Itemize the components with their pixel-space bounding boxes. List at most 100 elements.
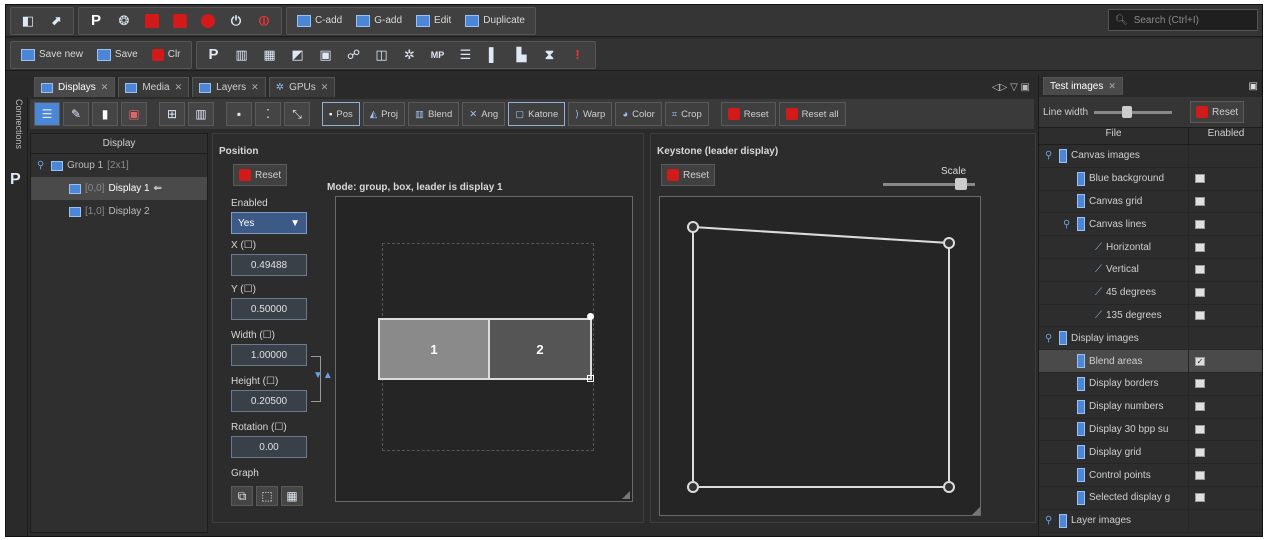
display-box-2[interactable]: 2	[488, 318, 592, 380]
test-row-canvas-grid[interactable]: Canvas grid	[1039, 190, 1262, 214]
columns-icon[interactable]: ▥	[229, 43, 255, 67]
test-row-135-degrees[interactable]: ⟋ 135 degrees	[1039, 304, 1262, 328]
power-icon[interactable]: ⏻	[223, 9, 249, 33]
columns-layout-icon[interactable]: ▥	[188, 102, 214, 126]
resize-grip-icon[interactable]	[972, 507, 980, 515]
test-row-layer-images[interactable]: ⚲ Layer images	[1039, 509, 1262, 533]
y-field[interactable]: 0.50000	[231, 298, 307, 320]
resize-grip-icon[interactable]	[622, 491, 630, 499]
alert-icon[interactable]: !	[565, 43, 591, 67]
scale-slider-thumb[interactable]	[955, 178, 967, 190]
media-icon[interactable]: ◩	[285, 43, 311, 67]
corner-handle-tr[interactable]	[943, 237, 955, 249]
link-icon[interactable]: ☍	[341, 43, 367, 67]
stop-icon[interactable]	[167, 9, 193, 33]
hourglass-icon[interactable]: ⧗	[537, 43, 563, 67]
save-button[interactable]: Save	[91, 43, 144, 67]
gpu-icon[interactable]: ✲	[397, 43, 423, 67]
list-icon[interactable]: ☰	[453, 43, 479, 67]
enabled-checkbox[interactable]	[1195, 424, 1205, 434]
graph-group-icon[interactable]: ⧉	[231, 486, 253, 506]
enabled-checkbox[interactable]	[1195, 379, 1205, 389]
close-icon[interactable]: ✕	[175, 82, 183, 93]
enabled-checkbox[interactable]	[1195, 288, 1205, 298]
tree-group-row[interactable]: ⚲ Group 1 [2x1]	[31, 154, 207, 177]
transform-icon[interactable]: ⤡	[284, 102, 310, 126]
save-new-button[interactable]: Save new	[15, 43, 89, 67]
enabled-checkbox[interactable]	[1195, 219, 1205, 229]
tab-gpus[interactable]: ✲ GPUs ✕	[268, 77, 336, 97]
chart-icon[interactable]: ▙	[509, 43, 535, 67]
corner-handle-br[interactable]	[943, 481, 955, 493]
duplicate-button[interactable]: Duplicate	[459, 9, 531, 33]
test-row-45-degrees[interactable]: ⟋ 45 degrees	[1039, 281, 1262, 305]
shutdown-icon[interactable]: ⏼	[251, 9, 277, 33]
close-icon[interactable]: ✕	[101, 82, 109, 93]
expand-icon[interactable]: ⚲	[1045, 150, 1055, 161]
enabled-checkbox[interactable]	[1195, 196, 1205, 206]
resize-handle-top[interactable]	[587, 313, 594, 320]
mp-icon[interactable]: MP	[425, 43, 451, 67]
export-icon[interactable]: ⬈	[43, 9, 69, 33]
ang-button[interactable]: ✕ Ang	[462, 102, 506, 126]
p-icon[interactable]: P	[201, 43, 227, 67]
enabled-select[interactable]: Yes ▼	[231, 212, 307, 234]
enabled-checkbox[interactable]	[1195, 493, 1205, 503]
test-row-display-numbers[interactable]: Display numbers	[1039, 395, 1262, 419]
enabled-checkbox-checked[interactable]: ✓	[1195, 356, 1205, 366]
grid-layout-icon[interactable]: ⊞	[159, 102, 185, 126]
gadd-button[interactable]: G-add	[350, 9, 408, 33]
proj-button[interactable]: ◭ Proj	[362, 102, 405, 126]
test-row-display-images[interactable]: ⚲ Display images	[1039, 327, 1262, 351]
enabled-checkbox[interactable]	[1195, 447, 1205, 457]
rotation-field[interactable]: 0.00	[231, 436, 307, 458]
corner-handle-tl[interactable]	[687, 221, 699, 233]
warp-button[interactable]: ⟩ Warp	[568, 102, 613, 126]
color-button[interactable]: ◕ Color	[615, 102, 662, 126]
enabled-checkbox[interactable]	[1195, 470, 1205, 480]
graph-grid-icon[interactable]: ▦	[281, 486, 303, 506]
search-input[interactable]: 🔍︎ Search (Ctrl+I)	[1108, 9, 1258, 31]
clear-button[interactable]: Clr	[146, 43, 187, 67]
scatter-icon[interactable]: ⁚	[255, 102, 281, 126]
position-canvas[interactable]: 1 2	[335, 196, 633, 502]
edit-display-icon[interactable]: ✎	[63, 102, 89, 126]
point-icon[interactable]: ▪	[226, 102, 252, 126]
expand-icon[interactable]: ⚲	[1045, 515, 1055, 526]
list-view-icon[interactable]: ☰	[34, 102, 60, 126]
expand-icon[interactable]: ⚲	[1063, 219, 1073, 230]
graph-box-icon[interactable]: ⬚	[256, 486, 278, 506]
x-field[interactable]: 0.49488	[231, 254, 307, 276]
enabled-checkbox[interactable]	[1195, 242, 1205, 252]
close-icon[interactable]: ✕	[251, 82, 259, 93]
pos-button[interactable]: ▪ Pos	[322, 102, 360, 126]
aspect-lock-icon[interactable]: ▼▲	[313, 370, 333, 381]
tab-media[interactable]: Media ✕	[118, 77, 190, 97]
katone-button[interactable]: ▢ Katone	[508, 102, 566, 126]
test-row-canvas-lines[interactable]: ⚲ Canvas lines	[1039, 213, 1262, 237]
test-row-selected-display[interactable]: Selected display g	[1039, 486, 1262, 510]
test-row-vertical[interactable]: ⟋ Vertical	[1039, 258, 1262, 282]
tab-layers[interactable]: Layers ✕	[192, 77, 266, 97]
reset-all-button[interactable]: Reset all	[778, 102, 846, 126]
color-display-icon[interactable]: ▣	[121, 102, 147, 126]
tab-displays[interactable]: Displays ✕	[34, 77, 116, 97]
enabled-checkbox[interactable]	[1195, 310, 1205, 320]
close-icon[interactable]: ✕	[321, 82, 329, 93]
test-row-canvas-images[interactable]: ⚲ Canvas images	[1039, 145, 1262, 168]
blend-button[interactable]: ▥ Blend	[407, 102, 460, 126]
tree-display-1-row[interactable]: [0,0] Display 1 ⇐	[31, 177, 207, 200]
reset-button[interactable]: Reset	[720, 102, 776, 126]
crop-button[interactable]: ⌗ Crop	[664, 102, 709, 126]
keystone-reset-button[interactable]: Reset	[661, 164, 716, 186]
expand-icon[interactable]: ⚲	[37, 160, 47, 171]
expand-icon[interactable]: ⚲	[1045, 333, 1055, 344]
test-row-display-grid[interactable]: Display grid	[1039, 441, 1262, 465]
layers-icon[interactable]: ◫	[369, 43, 395, 67]
test-row-display-30bpp[interactable]: Display 30 bpp su	[1039, 418, 1262, 442]
avi-icon[interactable]	[139, 9, 165, 33]
monitor-icon[interactable]: ▣	[313, 43, 339, 67]
test-row-display-borders[interactable]: Display borders	[1039, 372, 1262, 396]
p-side-icon[interactable]: P	[10, 171, 21, 189]
test-images-reset-button[interactable]: Reset	[1190, 101, 1245, 123]
